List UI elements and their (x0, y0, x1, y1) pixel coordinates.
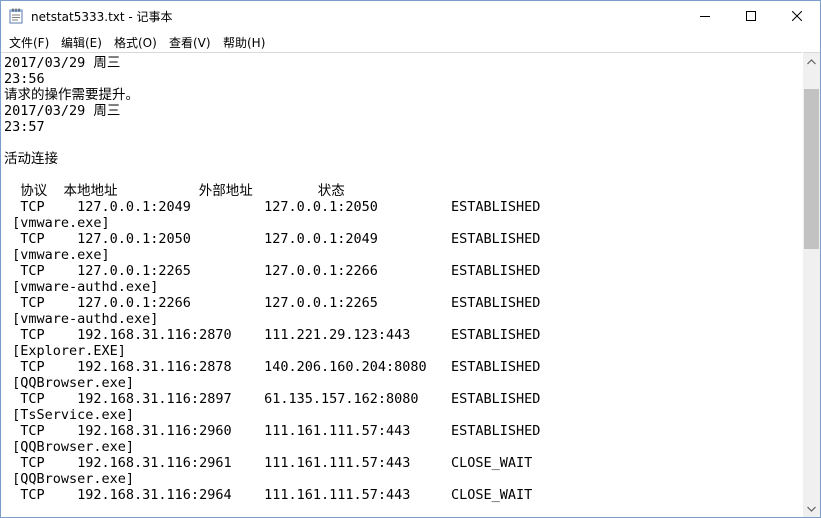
menu-file[interactable]: 文件(F) (9, 34, 49, 51)
text-line: 2017/03/29 周三 (4, 103, 121, 119)
text-line: 请求的操作需要提升。 (4, 87, 139, 103)
scroll-up-arrow-icon (807, 58, 816, 64)
maximize-button[interactable] (728, 1, 774, 31)
scrollbar-thumb[interactable] (804, 89, 819, 249)
notepad-window: netstat5333.txt - 记事本 文件(F) 编辑(E) 格式(O) … (0, 0, 821, 518)
text-line: 2017/03/29 周三 (4, 55, 121, 71)
menu-format[interactable]: 格式(O) (114, 34, 157, 51)
text-line: TCP 127.0.0.1:2050 127.0.0.1:2049 ESTABL… (4, 231, 541, 247)
notepad-icon[interactable] (9, 8, 23, 24)
text-line: [QQBrowser.exe] (4, 375, 135, 391)
text-line: 23:56 (4, 71, 45, 87)
scroll-up-button[interactable] (803, 53, 820, 70)
text-line: TCP 192.168.31.116:2897 61.135.157.162:8… (4, 391, 541, 407)
menu-bar: 文件(F) 编辑(E) 格式(O) 查看(V) 帮助(H) (1, 31, 820, 52)
text-line: [QQBrowser.exe] (4, 471, 135, 487)
close-icon (792, 11, 802, 21)
minimize-icon (700, 16, 710, 17)
text-line: [vmware.exe] (4, 215, 110, 231)
title-bar[interactable]: netstat5333.txt - 记事本 (1, 1, 820, 31)
text-line: [vmware-authd.exe] (4, 311, 159, 327)
text-line: TCP 192.168.31.116:2961 111.161.111.57:4… (4, 455, 533, 471)
text-line: [vmware-authd.exe] (4, 279, 159, 295)
minimize-button[interactable] (682, 1, 728, 31)
text-line: TCP 192.168.31.116:2964 111.161.111.57:4… (4, 487, 533, 503)
text-line: [QQBrowser.exe] (4, 439, 135, 455)
window-title: netstat5333.txt - 记事本 (31, 10, 173, 24)
text-line: TCP 192.168.31.116:2870 111.221.29.123:4… (4, 327, 541, 343)
text-editor[interactable]: 2017/03/29 周三 23:56 请求的操作需要提升。 2017/03/29 周… (1, 52, 802, 517)
maximize-icon (746, 11, 756, 21)
text-line: 活动连接 (4, 151, 58, 167)
text-line: TCP 127.0.0.1:2049 127.0.0.1:2050 ESTABL… (4, 199, 541, 215)
text-line (4, 135, 540, 151)
text-line: 协议 本地地址 外部地址 状态 (4, 183, 345, 199)
text-line: TCP 192.168.31.116:2878 140.206.160.204:… (4, 359, 541, 375)
text-line: 23:57 (4, 119, 45, 135)
text-line: TCP 127.0.0.1:2265 127.0.0.1:2266 ESTABL… (4, 263, 541, 279)
text-line: [TsService.exe] (4, 407, 135, 423)
menu-edit[interactable]: 编辑(E) (61, 34, 102, 51)
text-line: TCP 127.0.0.1:2266 127.0.0.1:2265 ESTABL… (4, 295, 541, 311)
text-line: [Explorer.EXE] (4, 343, 126, 359)
close-button[interactable] (774, 1, 820, 31)
document-text[interactable]: 2017/03/29 周三 23:56 请求的操作需要提升。 2017/03/29 周… (4, 55, 540, 503)
scroll-down-arrow-icon (807, 506, 816, 512)
scroll-down-button[interactable] (803, 500, 820, 517)
menu-help[interactable]: 帮助(H) (223, 34, 265, 51)
menu-view[interactable]: 查看(V) (169, 34, 211, 51)
text-line (4, 167, 540, 183)
text-line: [vmware.exe] (4, 247, 110, 263)
text-line: TCP 192.168.31.116:2960 111.161.111.57:4… (4, 423, 541, 439)
vertical-scrollbar[interactable] (803, 52, 820, 517)
